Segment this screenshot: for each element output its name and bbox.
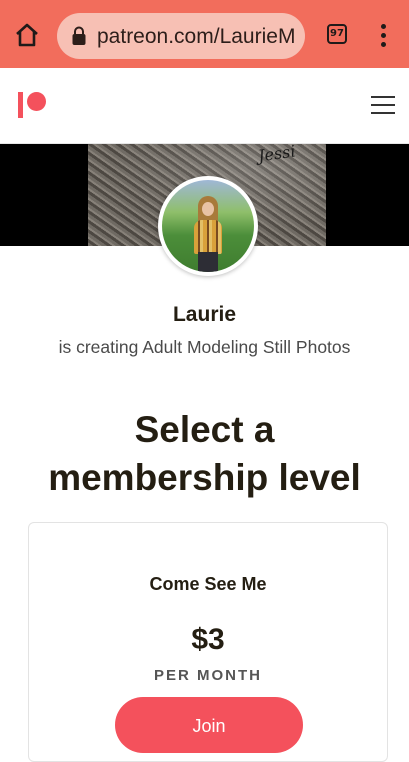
tab-switcher-button[interactable]: 97 [327, 24, 347, 44]
browser-toolbar: patreon.com/LaurieM 97 [0, 0, 409, 68]
creator-name: Laurie [172, 303, 237, 326]
page-title-line-2: membership level [48, 457, 361, 498]
page-title: Select a membership level [0, 406, 409, 502]
tier-price: $3 [191, 623, 225, 656]
page-title-line-1: Select a [134, 409, 275, 450]
cover-script-text: Jessi [256, 144, 297, 166]
tier-card: Come See Me $3 PER MONTH Join [28, 522, 388, 762]
address-bar[interactable]: patreon.com/LaurieM [57, 13, 305, 59]
creator-tagline: is creating Adult Modeling Still Photos [58, 337, 351, 357]
home-icon[interactable] [12, 20, 42, 50]
lock-icon [71, 26, 87, 46]
join-button[interactable]: Join [115, 697, 303, 753]
tier-period: PER MONTH [154, 667, 262, 684]
url-text: patreon.com/LaurieM [97, 25, 296, 48]
avatar [158, 176, 258, 276]
hamburger-menu-icon[interactable] [371, 96, 395, 114]
site-header [0, 68, 409, 144]
patreon-logo[interactable] [18, 92, 46, 118]
tier-name: Come See Me [149, 574, 267, 594]
browser-menu-icon[interactable] [376, 24, 390, 48]
